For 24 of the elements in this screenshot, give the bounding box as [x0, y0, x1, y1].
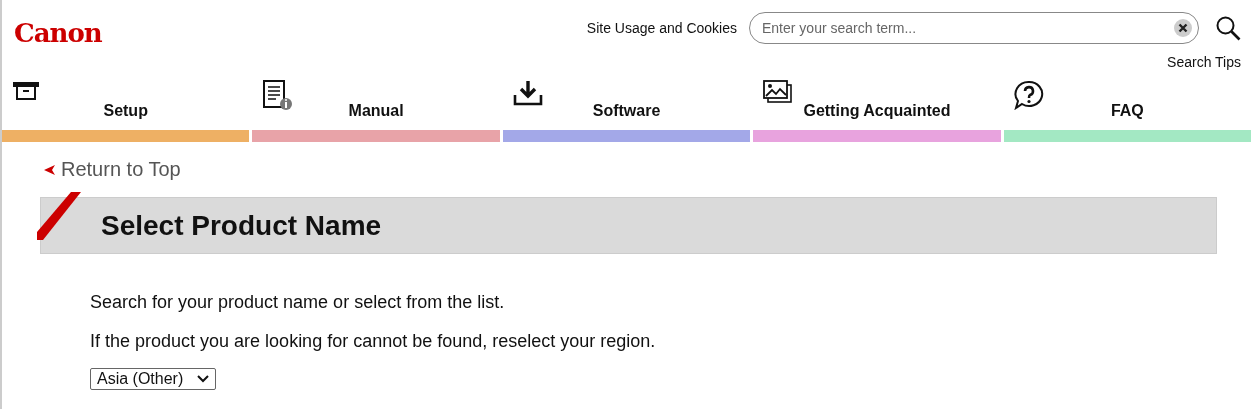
- search-icon[interactable]: [1215, 15, 1241, 41]
- triangle-left-icon: [43, 163, 55, 176]
- box-icon: [12, 80, 40, 100]
- page-heading: Select Product Name: [101, 209, 382, 242]
- download-icon: [512, 80, 543, 106]
- nav-tab[interactable]: Getting Acquainted: [753, 76, 1001, 142]
- chevron-down-icon: [197, 375, 210, 383]
- instruction-text: If the product you are looking for cannot be found, reselect your region.: [90, 331, 657, 352]
- ribbon-icon: [37, 192, 83, 240]
- clear-icon[interactable]: [1174, 19, 1192, 37]
- image-stack-icon: [763, 80, 794, 104]
- logo[interactable]: Canon: [14, 18, 102, 48]
- site-usage-link[interactable]: Site Usage and Cookies: [586, 20, 737, 36]
- nav-tab[interactable]: Manual: [252, 76, 500, 142]
- search-field[interactable]: Enter your search term...: [749, 12, 1199, 44]
- nav-tab[interactable]: Setup: [2, 76, 250, 142]
- document-info-icon: [262, 80, 293, 110]
- return-to-top-link[interactable]: Return to Top: [43, 158, 181, 181]
- nav-tab[interactable]: Software: [502, 76, 751, 142]
- region-select[interactable]: Asia (Other): [90, 368, 217, 390]
- search-tips-link[interactable]: Search Tips: [1167, 54, 1241, 70]
- nav-tab[interactable]: FAQ: [1003, 76, 1251, 142]
- instruction-text: Search for your product name or select from the list.: [90, 292, 506, 313]
- question-icon: [1013, 80, 1044, 110]
